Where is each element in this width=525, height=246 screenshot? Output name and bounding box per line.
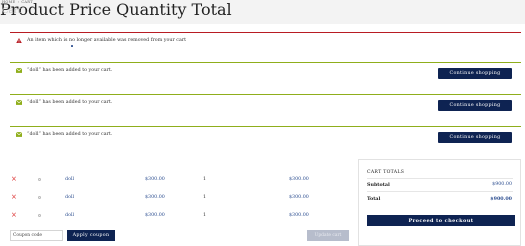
quantity-field[interactable]: 1 (203, 177, 206, 182)
remove-item-button[interactable]: × (11, 176, 17, 183)
remove-item-button[interactable]: × (11, 212, 17, 219)
total-value: $900.00 (490, 196, 512, 202)
warning-icon (16, 38, 22, 43)
success-notice: “doll” has been added to your cart. Cont… (10, 126, 521, 148)
column-header-total: Total (191, 0, 232, 19)
cart-table: Product Price Quantity Total × doll $300… (0, 0, 525, 219)
envelope-icon (16, 68, 22, 73)
quantity-field[interactable]: 1 (203, 213, 206, 218)
column-header-price: Price (69, 0, 112, 19)
subtotal-label: Subtotal (367, 182, 390, 188)
table-row: × doll $300.00 1 $300.00 (0, 190, 352, 206)
product-thumbnail[interactable] (38, 178, 41, 181)
error-notice: An item which is no longer available was… (10, 32, 521, 52)
notice-message: “doll” has been added to your cart. (27, 132, 113, 137)
breadcrumb-separator: › (17, 0, 20, 4)
product-price: $300.00 (145, 195, 165, 200)
cart-totals-title: CART TOTALS (367, 170, 405, 175)
proceed-to-checkout-button[interactable]: Proceed to checkout (367, 215, 515, 226)
column-header-quantity: Quantity (116, 0, 187, 19)
coupon-code-input[interactable]: Coupon code (10, 230, 63, 241)
line-subtotal: $300.00 (289, 195, 309, 200)
continue-shopping-button[interactable]: Continue shopping (438, 67, 512, 79)
line-subtotal: $300.00 (289, 177, 309, 182)
product-link[interactable]: doll (65, 195, 74, 200)
line-subtotal: $300.00 (289, 213, 309, 218)
divider (367, 178, 513, 179)
table-row: × doll $300.00 1 $300.00 (0, 208, 352, 224)
product-price: $300.00 (145, 177, 165, 182)
product-price: $300.00 (145, 213, 165, 218)
table-row: × doll $300.00 1 $300.00 (0, 172, 352, 188)
total-label: Total (367, 196, 381, 202)
product-link[interactable]: doll (65, 177, 74, 182)
envelope-icon (16, 100, 22, 105)
envelope-icon (16, 132, 22, 137)
remove-item-button[interactable]: × (11, 194, 17, 201)
success-notice: “doll” has been added to your cart. Cont… (10, 94, 521, 116)
page-title: Cart (2, 6, 22, 16)
continue-shopping-button[interactable]: Continue shopping (438, 99, 512, 111)
product-thumbnail[interactable] (38, 214, 41, 217)
continue-shopping-button[interactable]: Continue shopping (438, 131, 512, 143)
quantity-field[interactable]: 1 (203, 195, 206, 200)
breadcrumb-current: CART (21, 0, 33, 4)
product-link[interactable]: doll (65, 213, 74, 218)
breadcrumb-home[interactable]: HOME (2, 0, 16, 4)
success-notice: “doll” has been added to your cart. Cont… (10, 62, 521, 84)
divider (367, 191, 513, 192)
update-cart-button[interactable]: Update cart (307, 230, 349, 241)
subtotal-value: $900.00 (492, 182, 512, 187)
notice-message: “doll” has been added to your cart. (27, 100, 113, 105)
notice-dot (71, 45, 73, 47)
product-thumbnail[interactable] (38, 196, 41, 199)
notice-message: “doll” has been added to your cart. (27, 68, 113, 73)
notice-message: An item which is no longer available was… (27, 38, 187, 43)
cart-totals-panel: CART TOTALS Subtotal $900.00 Total $900.… (358, 159, 521, 246)
apply-coupon-button[interactable]: Apply coupon (67, 230, 115, 241)
breadcrumb: HOME › CART (2, 0, 33, 4)
